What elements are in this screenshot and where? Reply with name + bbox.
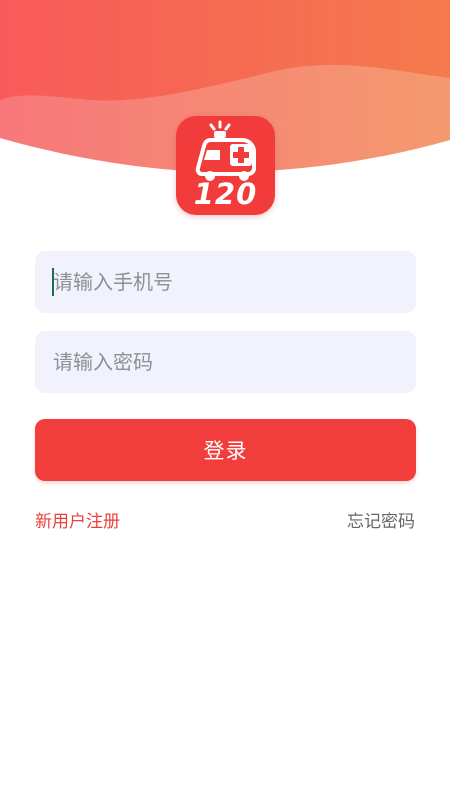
forgot-password-link[interactable]: 忘记密码 (347, 507, 415, 532)
text-cursor (52, 268, 54, 296)
phone-input-box[interactable] (35, 251, 416, 313)
logo-text: 120 (193, 177, 258, 211)
password-input-box[interactable] (35, 331, 416, 393)
register-link[interactable]: 新用户注册 (35, 507, 120, 532)
password-input[interactable] (53, 331, 393, 393)
app-logo: 120 (176, 116, 275, 215)
login-button[interactable]: 登录 (35, 419, 416, 481)
phone-input[interactable] (53, 251, 393, 313)
